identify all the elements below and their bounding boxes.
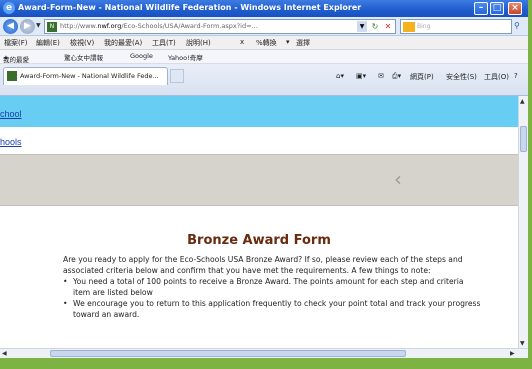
horizontal-scrollbar[interactable]: ◀ ▶ <box>0 348 528 358</box>
tab-favicon-icon <box>7 71 17 81</box>
menu-help[interactable]: 說明(H) <box>186 38 211 48</box>
forward-button[interactable]: ▶ <box>20 19 35 34</box>
scroll-down-icon[interactable]: ▼ <box>520 340 525 347</box>
intro-section: Are you ready to apply for the Eco-Schoo… <box>63 254 483 320</box>
notes-list: You need a total of 100 points to receiv… <box>63 276 483 320</box>
menu-view[interactable]: 檢視(V) <box>70 38 94 48</box>
page-menu[interactable]: 網頁(P) <box>410 72 434 82</box>
schools-link[interactable]: hools <box>0 137 22 147</box>
scroll-right-icon[interactable]: ▶ <box>510 350 515 357</box>
horizontal-scroll-thumb[interactable] <box>50 350 406 357</box>
list-item: You need a total of 100 points to receiv… <box>63 276 483 298</box>
address-toolbar: ◀ ▶ ▼ N http://www.nwf.org/Eco-Schools/U… <box>0 17 528 36</box>
mail-icon[interactable]: ✉ <box>378 72 384 80</box>
school-link[interactable]: chool <box>0 109 22 119</box>
intro-paragraph: Are you ready to apply for the Eco-Schoo… <box>63 255 463 275</box>
menu-tools[interactable]: 工具(T) <box>152 38 176 48</box>
ie-logo-icon: e <box>3 2 15 14</box>
scroll-left-icon[interactable]: ◀ <box>2 350 7 357</box>
title-bar: e Award-Form-New - National Wildlife Fed… <box>0 0 528 17</box>
close-window-button[interactable]: × <box>508 2 522 15</box>
close-toolbar-icon[interactable]: x <box>240 38 244 46</box>
scroll-up-icon[interactable]: ▲ <box>520 98 525 105</box>
menu-bar: 檔案(F) 編輯(E) 檢視(V) 我的最愛(A) 工具(T) 說明(H) x … <box>0 36 528 50</box>
favorite-link-yahoo[interactable]: Yahoo!奇摩 <box>168 52 203 62</box>
search-input[interactable]: Bing <box>400 19 512 34</box>
vertical-scrollbar[interactable]: ▲ ▼ <box>518 96 528 348</box>
page-title: Bronze Award Form <box>187 233 331 248</box>
favorite-link-google[interactable]: Google <box>130 52 153 60</box>
list-item: We encourage you to return to this appli… <box>63 298 483 320</box>
feeds-icon[interactable]: ▣▾ <box>356 72 366 80</box>
vertical-scroll-thumb[interactable] <box>520 126 527 152</box>
back-button[interactable]: ◀ <box>3 19 18 34</box>
tab-bar: Award-Form-New - National Wildlife Fede.… <box>0 64 528 96</box>
minimize-button[interactable]: – <box>474 2 488 15</box>
search-icon[interactable]: ⚲ <box>514 21 520 30</box>
header-band <box>0 96 518 127</box>
address-dropdown-icon[interactable]: ▼ <box>357 21 367 32</box>
convert-button[interactable]: %轉換 <box>256 38 277 48</box>
safety-menu[interactable]: 安全性(S) <box>446 72 477 82</box>
print-icon[interactable]: ⎙▾ <box>392 72 401 81</box>
browser-window: e Award-Form-New - National Wildlife Fed… <box>0 0 528 358</box>
help-icon[interactable]: ? <box>514 72 518 80</box>
site-favicon-icon: N <box>47 22 57 32</box>
home-icon[interactable]: ⌂▾ <box>336 72 344 80</box>
menu-favorites[interactable]: 我的最愛(A) <box>104 38 142 48</box>
favorites-bar: ★ 我的最愛 驚心女中謂報 Google Yahoo!奇摩 <box>0 50 528 64</box>
select-button[interactable]: 選擇 <box>296 38 310 48</box>
tab-award-form[interactable]: Award-Form-New - National Wildlife Fede.… <box>3 67 168 85</box>
search-placeholder: Bing <box>417 23 431 30</box>
convert-dropdown-icon[interactable]: ▾ <box>286 38 290 46</box>
banner-band: ‹ <box>0 154 518 206</box>
new-tab-button[interactable] <box>170 69 184 83</box>
menu-edit[interactable]: 編輯(E) <box>36 38 60 48</box>
menu-file[interactable]: 檔案(F) <box>4 38 28 48</box>
refresh-icon[interactable]: ↻ <box>369 21 381 32</box>
tools-menu[interactable]: 工具(O) <box>484 72 509 82</box>
tab-label: Award-Form-New - National Wildlife Fede.… <box>20 72 159 80</box>
window-title: Award-Form-New - National Wildlife Feder… <box>18 3 362 12</box>
favorite-link-1[interactable]: 驚心女中謂報 <box>64 52 103 62</box>
chevron-left-icon[interactable]: ‹ <box>394 167 402 191</box>
address-url[interactable]: http://www.nwf.org/Eco-Schools/USA/Award… <box>60 22 350 30</box>
maximize-button[interactable]: □ <box>490 2 504 15</box>
page-viewport: chool hools ‹ Bronze Award Form Are you … <box>0 96 518 348</box>
history-dropdown-icon[interactable]: ▼ <box>36 22 41 29</box>
stop-icon[interactable]: ✕ <box>382 21 394 32</box>
bing-logo-icon <box>403 22 415 32</box>
address-field[interactable]: N http://www.nwf.org/Eco-Schools/USA/Awa… <box>44 19 396 34</box>
